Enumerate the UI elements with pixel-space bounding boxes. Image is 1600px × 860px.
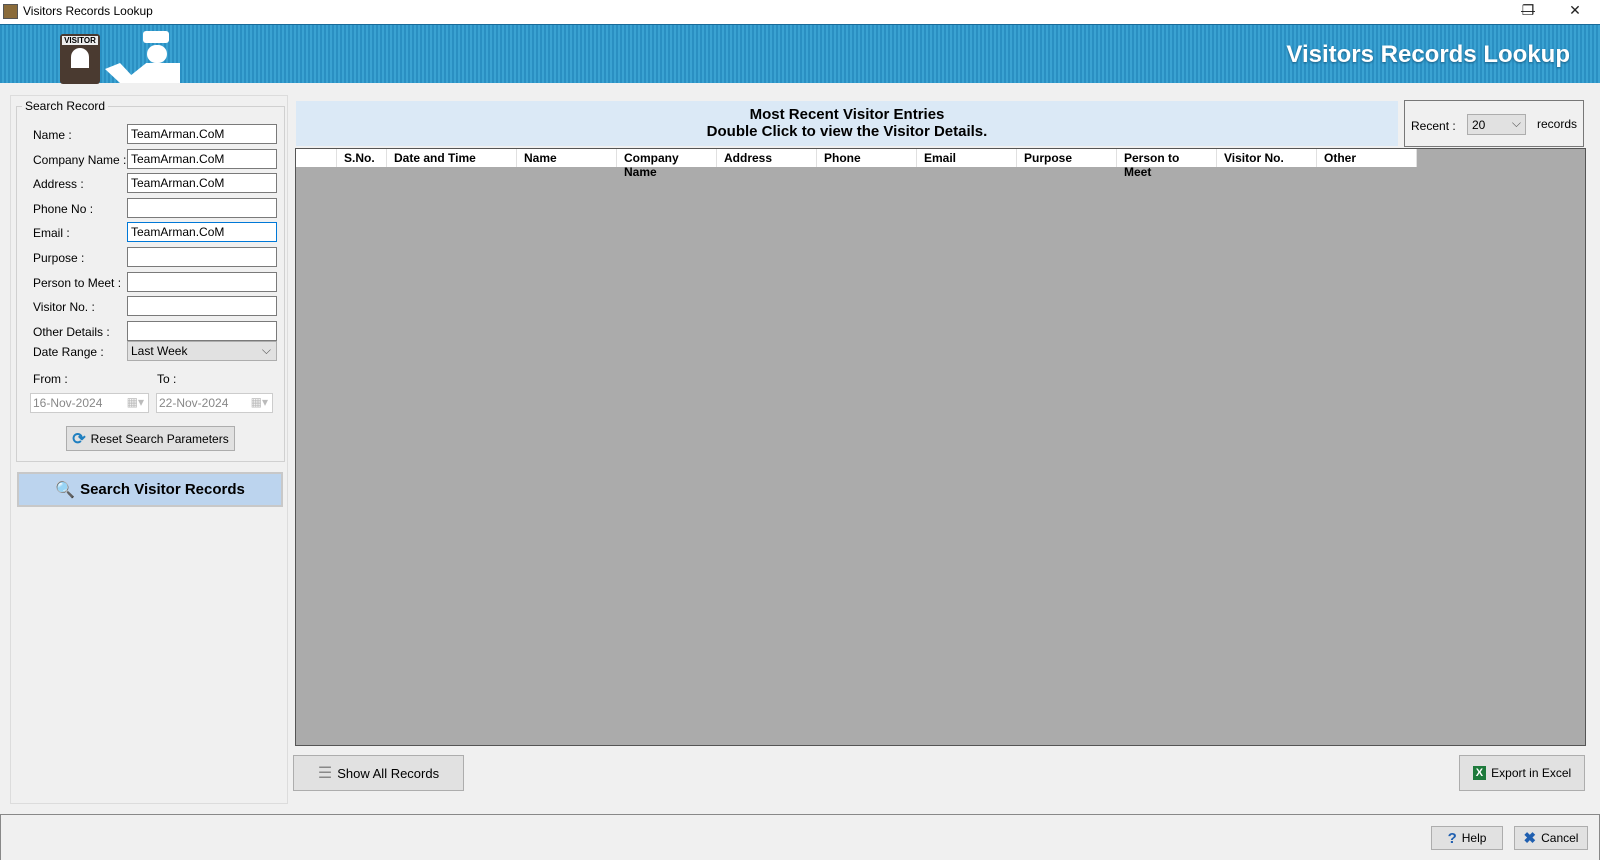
records-grid[interactable]: S.No. Date and Time Name Company Name Addres…: [295, 148, 1586, 746]
export-excel-button[interactable]: X Export in Excel: [1459, 755, 1585, 791]
address-input[interactable]: TeamArman.CoM: [127, 173, 277, 194]
column-header[interactable]: Date and Time: [387, 149, 517, 167]
x-icon: ✖: [1523, 830, 1537, 847]
column-header[interactable]: Other: [1317, 149, 1417, 167]
column-header[interactable]: Company Name: [617, 149, 717, 179]
column-header[interactable]: Visitor No.: [1217, 149, 1317, 167]
purpose-input[interactable]: [127, 247, 277, 267]
close-button[interactable]: ✕: [1560, 2, 1590, 22]
column-header[interactable]: Address: [717, 149, 817, 167]
chevron-down-icon: ⌵: [261, 343, 271, 357]
export-label: Export in Excel: [1491, 766, 1572, 780]
other-details-label: Other Details :: [33, 324, 110, 339]
company-name-input[interactable]: TeamArman.CoM: [127, 148, 277, 169]
search-label: Search Visitor Records: [80, 481, 245, 498]
purpose-label: Purpose :: [33, 251, 85, 265]
other-details-input[interactable]: [127, 320, 277, 341]
column-header[interactable]: S.No.: [337, 149, 387, 167]
show-all-label: Show All Records: [337, 765, 440, 781]
column-header[interactable]: Person to Meet: [1117, 149, 1217, 179]
help-button[interactable]: ? Help: [1431, 826, 1503, 850]
from-label: From :: [33, 372, 68, 386]
banner: VISITOR Visitors Records Lookup: [0, 24, 1600, 84]
column-header[interactable]: Purpose: [1017, 149, 1117, 167]
calendar-icon: ▦▾: [250, 395, 268, 409]
reset-label: Reset Search Parameters: [90, 431, 229, 446]
recent-value: 20: [1472, 118, 1486, 132]
date-range-label: Date Range :: [33, 345, 104, 359]
email-label: Email :: [33, 226, 70, 241]
to-date-value: 22-Nov-2024: [159, 396, 229, 410]
email-input[interactable]: TeamArman.CoM: [127, 222, 277, 243]
chevron-down-icon: ⌵: [1511, 116, 1521, 130]
heading-double-click: Double Click to view the Visitor Details…: [706, 123, 988, 140]
grid-header-row: S.No. Date and Time Name Company Name Addres…: [296, 149, 1417, 179]
security-guard-icon: [105, 31, 180, 83]
date-range-select[interactable]: Last Week ⌵: [127, 341, 277, 361]
question-icon: ?: [1447, 829, 1457, 847]
person-to-meet-label: Person to Meet :: [33, 275, 122, 290]
database-icon: ☰: [317, 765, 333, 782]
excel-icon: X: [1472, 766, 1487, 780]
to-date-picker[interactable]: 22-Nov-2024 ▦▾: [156, 393, 273, 413]
phone-no-input[interactable]: [127, 197, 277, 218]
search-visitor-records-button[interactable]: 🔍 Search Visitor Records: [17, 472, 283, 507]
recent-count-select[interactable]: 20 ⌵: [1467, 114, 1526, 135]
records-label: records: [1537, 117, 1578, 131]
name-label: Name :: [33, 128, 72, 142]
heading-most-recent: Most Recent Visitor Entries: [749, 106, 945, 123]
show-all-records-button[interactable]: ☰ Show All Records: [293, 755, 464, 791]
date-range-value: Last Week: [131, 344, 188, 358]
column-header[interactable]: Email: [917, 149, 1017, 167]
minimize-button-2[interactable]: [1468, 2, 1498, 22]
footer-bar: [0, 814, 1600, 860]
name-input[interactable]: TeamArman.CoM: [127, 124, 277, 144]
visitor-no-input[interactable]: [127, 296, 277, 317]
recent-label: Recent :: [1411, 119, 1456, 133]
column-header[interactable]: Name: [517, 149, 617, 167]
restore-button[interactable]: ❐: [1513, 2, 1543, 22]
help-label: Help: [1461, 831, 1487, 845]
banner-title: Visitors Records Lookup: [1286, 41, 1570, 68]
from-date-value: 16-Nov-2024: [33, 396, 103, 410]
row-header-corner: [296, 149, 337, 167]
from-date-picker[interactable]: 16-Nov-2024 ▦▾: [30, 393, 149, 413]
calendar-icon: ▦▾: [126, 395, 144, 409]
recent-box: Recent : 20 ⌵ records: [1404, 100, 1584, 147]
column-header[interactable]: Phone: [817, 149, 917, 167]
phone-no-label: Phone No :: [33, 201, 94, 216]
reset-search-button[interactable]: ⟳ Reset Search Parameters: [66, 426, 235, 451]
search-record-title: Search Record: [22, 99, 109, 113]
visitor-badge-icon: VISITOR: [60, 34, 100, 84]
visitor-no-label: Visitor No. :: [33, 300, 95, 315]
title-bar: Visitors Records Lookup —: [0, 0, 1600, 24]
refresh-icon: ⟳: [72, 430, 86, 448]
person-to-meet-input[interactable]: [127, 271, 277, 292]
cancel-label: Cancel: [1541, 831, 1579, 845]
main-header-band: Most Recent Visitor Entries Double Click…: [296, 101, 1398, 146]
magnifier-document-icon: 🔍: [55, 481, 76, 499]
cancel-button[interactable]: ✖ Cancel: [1514, 826, 1588, 850]
app-icon: [3, 4, 18, 19]
to-label: To :: [157, 372, 177, 386]
window-title: Visitors Records Lookup: [23, 4, 153, 18]
company-name-label: Company Name :: [33, 152, 127, 167]
address-label: Address :: [33, 177, 84, 192]
